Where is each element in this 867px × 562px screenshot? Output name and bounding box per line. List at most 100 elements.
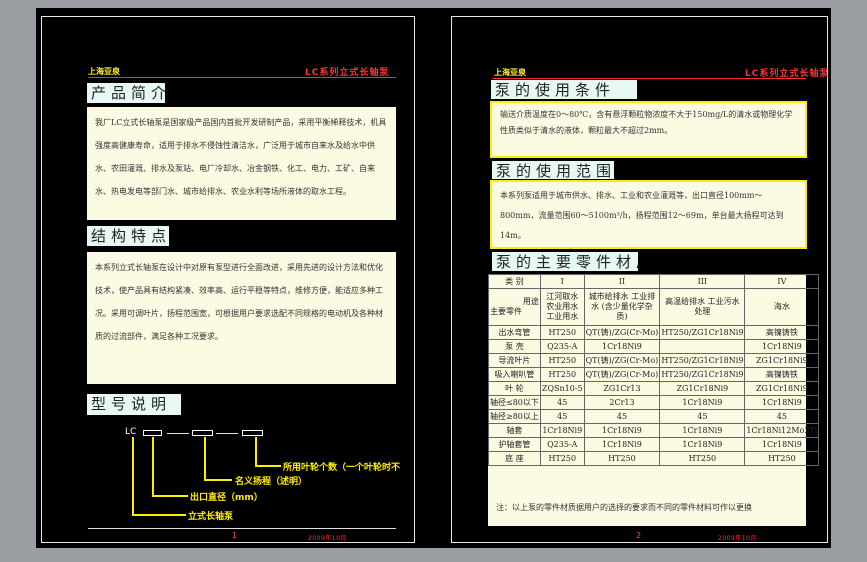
left-section-text-intro: 我厂LC立式长轴泵是国家级产品国内首批开发研制产品，采用平衡稀释技术，机具强度高… xyxy=(87,107,396,220)
connector-v-2 xyxy=(152,437,154,497)
table-row: 吸入喇叭管 HT250 QT(铸)/ZG(Cr-Mo) HT250/ZG1Cr18Ni… xyxy=(488,367,820,382)
table-cell: HT250 xyxy=(583,451,661,466)
table-row: 出水弯管 HT250 QT(铸)/ZG(Cr-Mo) HT250/ZG1Cr18Ni9… xyxy=(488,325,820,340)
table-head-category: 类 别 xyxy=(488,274,541,289)
table-cell: 1Cr18Ni9 xyxy=(659,395,746,410)
table-row-label: 护轴套管 xyxy=(488,437,541,452)
connector-h-4 xyxy=(255,465,281,467)
table-use-part-cell: 用途 主要零件 xyxy=(488,288,541,326)
table-cell: 1Cr18Ni9 xyxy=(659,437,746,452)
table-cell: HT250 xyxy=(539,367,585,382)
table-row: 轴径≥80以上 45 45 45 45 xyxy=(488,409,820,424)
table-cell: 45 xyxy=(659,409,746,424)
table-row: 泵 壳 Q235-A 1Cr18Ni9 1Cr18Ni9 xyxy=(488,339,820,354)
left-page-number: 1 xyxy=(232,531,238,540)
table-row-label: 轴套 xyxy=(488,423,541,438)
right-section-title-range: 泵的使用范围 xyxy=(492,161,614,179)
table-row-label: 轴径≥80以上 xyxy=(488,409,541,424)
table-cell: QT(铸)/ZG(Cr-Mo) xyxy=(583,325,661,340)
model-box-1 xyxy=(143,430,162,436)
table-col-head-2: II xyxy=(583,274,661,289)
table-cell: HT250/ZG1Cr18Ni9 xyxy=(659,353,746,368)
model-label-diameter: 出口直径（mm） xyxy=(190,493,263,503)
left-section-title-structure: 结构特点 xyxy=(87,226,169,246)
table-use-3: 高温给排水 工业污水处理 xyxy=(659,288,746,326)
table-cell: HT250 xyxy=(539,353,585,368)
connector-h-3 xyxy=(204,479,232,481)
table-cell: 1Cr18Ni9 xyxy=(583,437,661,452)
connector-h-1 xyxy=(132,514,186,516)
table-cell: HT250 xyxy=(539,451,585,466)
model-label-type: 立式长轴泵 xyxy=(188,512,234,522)
connector-v-4 xyxy=(255,437,257,467)
table-cell: 1Cr18Ni9 xyxy=(583,339,661,354)
table-row: 底 座 HT250 HT250 HT250 HT250 xyxy=(488,451,820,466)
table-row-label: 吸入喇叭管 xyxy=(488,367,541,382)
left-header-rule xyxy=(88,77,396,78)
table-col-head-3: III xyxy=(659,274,746,289)
table-use-4: 海水 xyxy=(744,288,820,326)
left-footer-rule xyxy=(88,528,396,529)
right-section-text-range: 本系列泵适用于城市供水、排水、工业和农业灌溉等，出口直径100mm～800mm，… xyxy=(490,180,807,249)
table-row-label: 导流叶片 xyxy=(488,353,541,368)
right-footer-stamp: 2009年10月 xyxy=(718,535,757,542)
table-cell: Q235-A xyxy=(539,339,585,354)
table-part-label: 主要零件 xyxy=(490,307,522,316)
table-cell: 45 xyxy=(539,409,585,424)
connector-v-1 xyxy=(132,437,134,516)
model-prefix: LC xyxy=(125,427,137,437)
model-dash-2 xyxy=(216,433,238,434)
right-page-number: 2 xyxy=(636,531,642,540)
left-footer-stamp: 2009年10月 xyxy=(308,535,347,542)
table-cell: 1Cr18Ni9 xyxy=(744,339,820,354)
model-box-3 xyxy=(242,430,263,436)
table-cell: 45 xyxy=(583,409,661,424)
connector-v-3 xyxy=(204,437,206,481)
table-row: 轴径≤80以下 45 2Cr13 1Cr18Ni9 1Cr18Ni9 xyxy=(488,395,820,410)
table-row: 护轴套管 Q235-A 1Cr18Ni9 1Cr18Ni9 1Cr18Ni9 xyxy=(488,437,820,452)
left-section-text-structure: 本系列立式长轴泵在设计中对原有泵型进行全面改进，采用先进的设计方法和优化技术，使… xyxy=(87,252,396,384)
table-cell: 1Cr18Ni9 xyxy=(539,423,585,438)
table-row-label: 泵 壳 xyxy=(488,339,541,354)
model-dash-1 xyxy=(167,433,189,434)
table-use-label: 用途 xyxy=(522,297,539,306)
table-cell: 1Cr18Ni9 xyxy=(583,423,661,438)
table-row-label: 轴径≤80以下 xyxy=(488,395,541,410)
model-label-impellers: 所用叶轮个数（一个叶轮时不 xyxy=(283,463,401,473)
table-col-head-1: I xyxy=(539,274,585,289)
table-col-head-4: IV xyxy=(744,274,820,289)
table-row: 导流叶片 HT250 QT(铸)/ZG(Cr-Mo) HT250/ZG1Cr18Ni9… xyxy=(488,353,820,368)
model-box-2 xyxy=(192,430,213,436)
table-cell: HT250 xyxy=(539,325,585,340)
table-cell: HT250 xyxy=(659,451,746,466)
table-cell: HT250/ZG1Cr18Ni9 xyxy=(659,325,746,340)
table-cell: ZG1Cr18Ni9 xyxy=(744,381,820,396)
table-cell: 1Cr18Ni9 xyxy=(744,437,820,452)
table-cell: HT250 xyxy=(744,451,820,466)
right-header-rule xyxy=(492,78,806,79)
right-section-title-materials: 泵的主要零件材质 xyxy=(492,252,638,271)
table-cell: Q235-A xyxy=(539,437,585,452)
model-label-head: 名义扬程（述明） xyxy=(235,477,308,487)
table-cell: QT(铸)/ZG(Cr-Mo) xyxy=(583,367,661,382)
table-note: 注：以上泵的零件材质据用户的选择的要求而不同的零件材料可作以更换 xyxy=(496,503,752,512)
table-row-label: 底 座 xyxy=(488,451,541,466)
table-cell: ZG1Cr18Ni9 xyxy=(744,353,820,368)
table-row: 轴套 1Cr18Ni9 1Cr18Ni9 1Cr18Ni9 1Cr18Ni12Mo2Ti xyxy=(488,423,820,438)
table-cell: 1Cr18Ni12Mo2Ti xyxy=(744,423,820,438)
table-cell: HT250/ZG1Cr18Ni9 xyxy=(659,367,746,382)
table-cell: QT(铸)/ZG(Cr-Mo) xyxy=(583,353,661,368)
left-section-title-model: 型号说明 xyxy=(87,394,181,415)
table-row-label: 出水弯管 xyxy=(488,325,541,340)
table-cell: ZG1Cr18Ni9 xyxy=(659,381,746,396)
table-cell: 45 xyxy=(744,409,820,424)
table-cell: 1Cr18Ni9 xyxy=(659,423,746,438)
table-cell xyxy=(659,339,746,354)
right-header-brand: 上海亚泉 xyxy=(494,68,526,77)
materials-table-panel: 类 别 I II III IV 用途 主要零件 江河取水 农业用水 工业用水 城… xyxy=(488,274,820,526)
table-cell: 高镍铸铁 xyxy=(744,367,820,382)
connector-h-2 xyxy=(152,495,188,497)
right-section-text-conditions: 输送介质温度在0～80℃，含有悬浮颗粒物浓度不大于150mg/L的清水或物理化学… xyxy=(490,101,807,158)
left-section-title-intro: 产品简介 xyxy=(87,83,165,103)
materials-table: 类 别 I II III IV 用途 主要零件 江河取水 农业用水 工业用水 城… xyxy=(488,274,820,466)
